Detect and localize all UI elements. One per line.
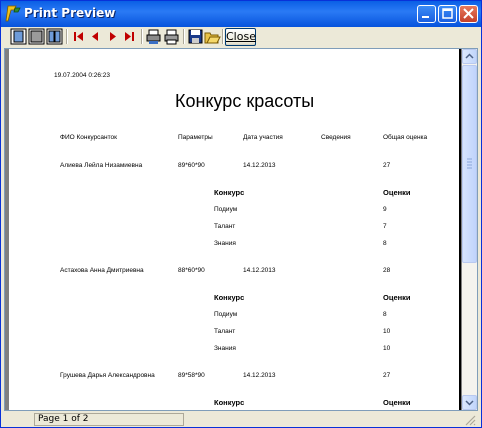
contest-score: 10 [383,328,391,335]
contestant-params: 89*60*90 [178,162,205,169]
contestant-name: Алиева Лейла Низамиевна [60,162,143,169]
preview-area[interactable]: 19.07.2004 0:26:23 Конкурс красоты ФИО К… [4,48,478,411]
save-icon[interactable] [187,28,204,45]
minimize-icon [422,16,429,18]
sub-header-scores: Оценки [383,188,411,197]
scroll-down-button[interactable] [462,395,477,410]
header-params: Параметры [178,134,213,141]
title-bar[interactable]: Print Preview [1,1,481,27]
contestant-date: 14.12.2013 [243,372,276,379]
header-date: Дата участия [243,134,283,141]
resize-grip-icon[interactable] [464,414,476,426]
contestant-total: 27 [383,372,391,379]
scroll-up-button[interactable] [462,49,477,64]
page-width-icon[interactable] [28,28,45,45]
contestant-total: 28 [383,267,391,274]
two-pages-icon[interactable] [46,28,63,45]
report-page: 19.07.2004 0:26:23 Конкурс красоты ФИО К… [9,49,461,410]
contestant-date: 14.12.2013 [243,267,276,274]
report-title: Конкурс красоты [175,91,315,111]
toolbar: Close [4,27,479,47]
contestant-total: 27 [383,162,391,169]
contestant-params: 88*60*90 [178,267,205,274]
status-bar: Page 1 of 2 [4,412,478,427]
open-icon[interactable] [204,28,221,45]
window-title: Print Preview [24,6,116,20]
close-preview-button[interactable]: Close [225,28,256,46]
vertical-scrollbar[interactable] [462,49,477,410]
page-setup-icon[interactable] [145,28,162,45]
first-page-icon[interactable] [70,28,87,45]
toolbar-separator [183,29,185,44]
header-total: Общая оценка [383,134,428,141]
contest-score: 7 [383,223,387,230]
contestant-name: Астахова Анна Дмитриевна [60,267,144,274]
contestant-name: Грушева Дарья Александровна [60,372,155,379]
toolbar-separator [222,29,224,44]
contest-score: 9 [383,206,387,213]
contest-score: 8 [383,240,387,247]
contest-item: Подиум [214,206,238,213]
header-name: ФИО Конкурсанток [60,134,117,141]
contest-item: Талант [214,223,236,230]
contestant-date: 14.12.2013 [243,162,276,169]
minimize-button[interactable] [417,5,436,23]
page-indicator: Page 1 of 2 [34,413,184,426]
contest-score: 8 [383,311,387,318]
toolbar-separator [141,29,143,44]
prev-page-icon[interactable] [87,28,104,45]
grip-icon [467,158,472,169]
sub-header-scores: Оценки [383,398,411,407]
whole-page-icon[interactable] [10,28,27,45]
maximize-icon [442,8,453,19]
header-info: Сведения [321,134,351,141]
app-icon [5,5,21,22]
last-page-icon[interactable] [121,28,138,45]
contest-item: Знания [214,345,236,352]
sub-header-scores: Оценки [383,293,411,302]
print-preview-window: Print Preview Close 19.07.2004 0:26:23 К… [0,0,482,428]
report-date: 19.07.2004 0:26:23 [54,72,111,79]
scroll-up-icon [465,53,474,59]
contest-score: 10 [383,345,391,352]
contestant-params: 89*58*90 [178,372,205,379]
scroll-down-icon [465,400,474,406]
next-page-icon[interactable] [104,28,121,45]
contest-item: Талант [214,328,236,335]
print-icon[interactable] [163,28,180,45]
sub-header-contest: Конкурс [214,293,245,302]
contest-item: Знания [214,240,236,247]
maximize-button[interactable] [438,5,457,23]
close-icon [463,8,474,19]
sub-header-contest: Конкурс [214,398,245,407]
close-window-button[interactable] [459,5,478,23]
toolbar-separator [66,29,68,44]
contest-item: Подиум [214,311,238,318]
scroll-thumb[interactable] [462,65,477,263]
sub-header-contest: Конкурс [214,188,245,197]
